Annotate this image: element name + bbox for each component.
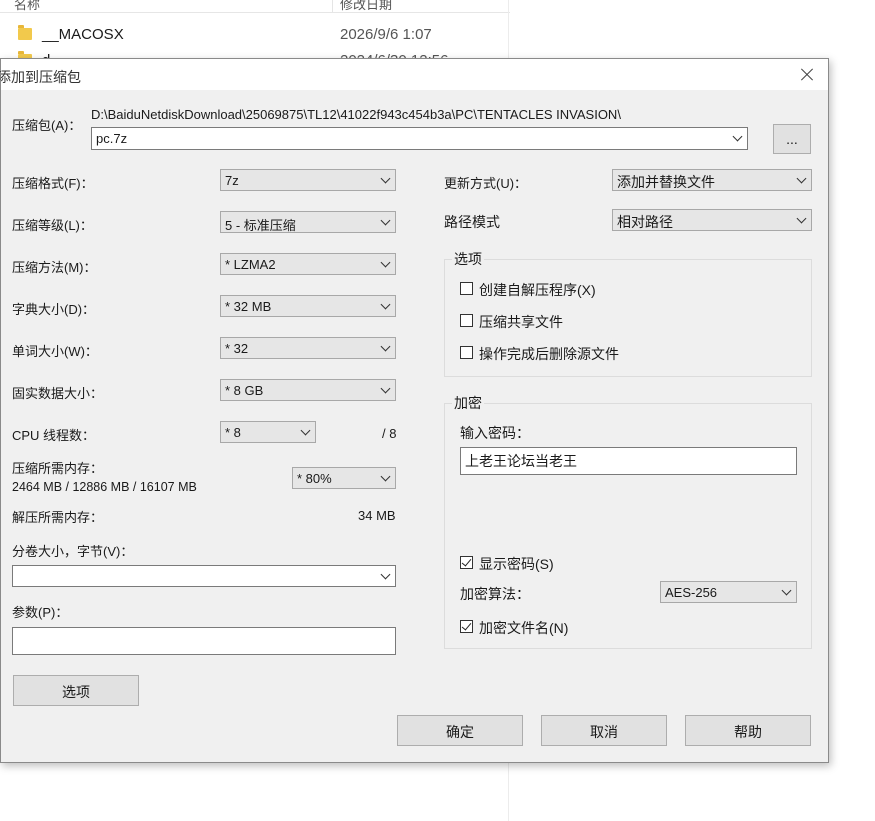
volume-label: 分卷大小，字节(V)： (12, 544, 134, 559)
format-select[interactable]: 7z (220, 169, 396, 191)
chevron-down-icon (300, 425, 311, 436)
archive-path: D:\BaiduNetdiskDownload\25069875\TL12\41… (91, 107, 621, 122)
chevron-down-icon (380, 383, 391, 394)
options-group-title: 选项 (452, 249, 484, 269)
file-date: 2026/9/6 1:07 (340, 26, 432, 43)
memory-label: 压缩所需内存： (12, 461, 104, 476)
algorithm-label: 加密算法： (460, 586, 530, 602)
word-value: * 32 (225, 341, 249, 356)
checkbox-box-checked (460, 556, 473, 569)
chevron-down-icon (380, 471, 391, 482)
password-label: 输入密码： (460, 425, 530, 441)
column-divider (332, 0, 333, 12)
password-value: 上老王论坛当老王 (465, 453, 577, 469)
path-mode-select[interactable]: 相对路径 (612, 209, 812, 231)
chevron-down-icon (380, 173, 391, 184)
chevron-down-icon (781, 585, 792, 596)
shared-label: 压缩共享文件 (479, 314, 563, 330)
path-mode-label: 路径模式 (444, 214, 500, 230)
level-select[interactable]: 5 - 标准压缩 (220, 211, 396, 233)
chevron-down-icon (380, 257, 391, 268)
help-button[interactable]: 帮助 (685, 715, 811, 746)
chevron-down-icon (796, 213, 807, 224)
method-value: * LZMA2 (225, 257, 276, 272)
method-label: 压缩方法(M)： (12, 260, 97, 275)
cancel-button-label: 取消 (590, 724, 618, 740)
explorer-header: 名称 修改日期 (0, 0, 510, 13)
memory-percent-select[interactable]: * 80% (292, 467, 396, 489)
dict-select[interactable]: * 32 MB (220, 295, 396, 317)
browse-button-label: ... (786, 131, 798, 147)
encryption-group-title: 加密 (452, 393, 484, 413)
chevron-down-icon (380, 215, 391, 226)
format-value: 7z (225, 173, 239, 188)
close-icon[interactable] (796, 64, 818, 86)
delete-label: 操作完成后删除源文件 (479, 346, 619, 362)
chevron-down-icon (732, 131, 743, 142)
archive-name-value: pc.7z (96, 131, 128, 146)
solid-value: * 8 GB (225, 383, 264, 398)
browse-button[interactable]: ... (773, 124, 811, 154)
cancel-button[interactable]: 取消 (541, 715, 667, 746)
options-button[interactable]: 选项 (13, 675, 139, 706)
algorithm-value: AES-256 (665, 585, 718, 600)
format-label: 压缩格式(F)： (12, 176, 94, 191)
archive-name-combo[interactable]: pc.7z (91, 127, 748, 150)
file-name: __MACOSX (42, 26, 124, 43)
cpu-select[interactable]: * 8 (220, 421, 316, 443)
checkbox-box (460, 346, 473, 359)
path-mode-value: 相对路径 (617, 214, 673, 230)
dialog-title: 添加到压缩包 (0, 69, 81, 85)
encrypt-names-label: 加密文件名(N) (479, 620, 569, 636)
algorithm-select[interactable]: AES-256 (660, 581, 797, 603)
level-value: 5 - 标准压缩 (225, 218, 296, 233)
ok-button[interactable]: 确定 (397, 715, 523, 746)
checkbox-box (460, 282, 473, 295)
ok-button-label: 确定 (446, 724, 474, 740)
decompress-memory-label: 解压所需内存： (12, 510, 104, 525)
add-to-archive-dialog: 添加到压缩包 压缩包(A)： D:\BaiduNetdiskDownload\2… (0, 58, 829, 763)
show-password-label: 显示密码(S) (479, 556, 554, 572)
checkbox-box-checked (460, 620, 473, 633)
archive-label: 压缩包(A)： (12, 118, 82, 133)
cpu-value: * 8 (225, 425, 241, 440)
memory-detail: 2464 MB / 12886 MB / 16107 MB (12, 480, 197, 494)
update-label: 更新方式(U)： (444, 176, 528, 191)
word-label: 单词大小(W)： (12, 344, 98, 359)
date-column-header[interactable]: 修改日期 (340, 0, 392, 12)
solid-select[interactable]: * 8 GB (220, 379, 396, 401)
params-label: 参数(P)： (12, 605, 69, 620)
file-row[interactable]: __MACOSX 2026/9/6 1:07 (0, 24, 510, 48)
method-select[interactable]: * LZMA2 (220, 253, 396, 275)
chevron-down-icon (380, 569, 391, 580)
memory-percent-value: * 80% (297, 471, 332, 486)
options-button-label: 选项 (62, 684, 90, 700)
password-input[interactable]: 上老王论坛当老王 (460, 447, 797, 475)
encryption-group: 加密 输入密码： 上老王论坛当老王 显示密码(S) 加密算法： AES-256 … (444, 393, 812, 649)
update-value: 添加并替换文件 (617, 174, 715, 190)
folder-icon (18, 25, 32, 40)
dict-value: * 32 MB (225, 299, 272, 314)
sfx-label: 创建自解压程序(X) (479, 282, 596, 298)
chevron-down-icon (380, 299, 391, 310)
name-column-header[interactable]: 名称 (14, 0, 40, 12)
volume-combo[interactable] (12, 565, 396, 587)
word-select[interactable]: * 32 (220, 337, 396, 359)
chevron-down-icon (796, 173, 807, 184)
checkbox-box (460, 314, 473, 327)
solid-label: 固实数据大小： (12, 386, 104, 401)
dict-label: 字典大小(D)： (12, 302, 96, 317)
decompress-memory-value: 34 MB (358, 508, 396, 523)
title-bar: 添加到压缩包 (0, 59, 828, 90)
options-group: 选项 创建自解压程序(X) 压缩共享文件 操作完成后删除源文件 (444, 249, 812, 377)
params-input[interactable] (12, 627, 396, 655)
cpu-label: CPU 线程数： (12, 428, 96, 443)
chevron-down-icon (380, 341, 391, 352)
cpu-total: / 8 (382, 426, 397, 441)
update-select[interactable]: 添加并替换文件 (612, 169, 812, 191)
level-label: 压缩等级(L)： (12, 218, 93, 233)
help-button-label: 帮助 (734, 724, 762, 740)
